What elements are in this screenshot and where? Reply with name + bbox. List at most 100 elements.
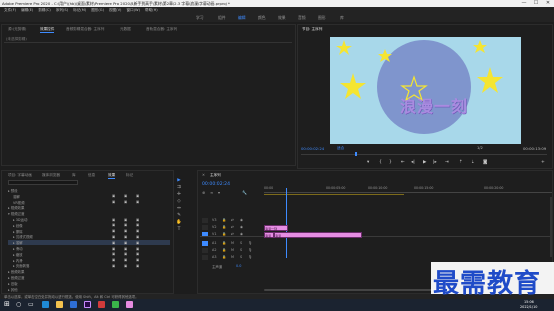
title-clip[interactable]: 浪漫一刻 xyxy=(264,225,288,231)
linked-selection-icon[interactable]: ∞ xyxy=(210,190,213,195)
effects-list-item[interactable]: ▸ 旧版 xyxy=(8,281,170,286)
mic-icon[interactable]: 🎙 xyxy=(248,255,252,259)
effects-list-item[interactable]: ▸ 缩放 ▣ ▣ ▣ xyxy=(8,252,170,257)
menu-item[interactable]: 图形(G) xyxy=(91,8,104,13)
effects-panel-tab[interactable]: 效果 xyxy=(108,173,116,179)
master-value[interactable]: 0.0 xyxy=(236,264,241,268)
menu-item[interactable]: 编辑(E) xyxy=(21,8,33,13)
clock-time[interactable]: 15:06 xyxy=(524,300,534,304)
workspace-tab[interactable]: 学习 xyxy=(196,15,204,21)
track-label[interactable]: V2 xyxy=(212,225,216,229)
app-icon[interactable] xyxy=(112,301,119,308)
premiere-pro-icon[interactable] xyxy=(84,301,91,308)
add-marker-icon[interactable]: ▾ xyxy=(367,160,369,165)
step-forward-icon[interactable]: |▸ xyxy=(433,160,437,165)
selection-tool-icon[interactable]: ▶ xyxy=(176,178,182,184)
source-panel-tab[interactable]: 效果控件 xyxy=(40,27,55,33)
workspace-tab[interactable]: 音频 xyxy=(298,15,306,21)
effects-list-item[interactable]: ▸ 预设 xyxy=(8,188,170,193)
lock-icon[interactable]: 🔒 xyxy=(222,241,226,245)
maximize-button[interactable]: ☐ xyxy=(530,0,542,7)
sync-icon[interactable]: ⇄ xyxy=(231,218,234,222)
workspace-tab[interactable]: 图形 xyxy=(318,15,326,21)
effects-panel-tab[interactable]: 媒体浏览器 xyxy=(42,173,60,178)
export-frame-icon[interactable]: ◙ xyxy=(483,160,487,165)
effects-list-item[interactable]: 溶解 ▣ ▣ ▣ xyxy=(8,194,170,199)
minimize-button[interactable]: — xyxy=(518,0,530,7)
effects-list-item[interactable]: ▸ 滑动 ▣ ▣ ▣ xyxy=(8,246,170,252)
mark-in-icon[interactable]: { xyxy=(379,160,382,165)
workspace-tab[interactable]: 颜色 xyxy=(258,15,266,21)
close-icon[interactable]: ✕ xyxy=(202,173,205,177)
close-button[interactable]: ✕ xyxy=(542,0,554,7)
workspace-tab[interactable]: 效果 xyxy=(278,15,286,21)
source-panel-tab[interactable]: 音频剪辑混合器: 主序列 xyxy=(66,27,104,32)
slip-tool-icon[interactable]: ↔ xyxy=(176,206,182,212)
track-label[interactable]: A1 xyxy=(212,241,216,245)
mic-icon[interactable]: 🎙 xyxy=(248,241,252,245)
add-marker-timeline-icon[interactable]: ▾ xyxy=(218,190,220,195)
app-icon[interactable] xyxy=(126,301,133,308)
workspace-tab[interactable]: 组件 xyxy=(218,15,226,21)
menu-item[interactable]: 视图(V) xyxy=(109,8,121,13)
snap-icon[interactable]: ⊕ xyxy=(202,190,205,195)
mute-icon[interactable]: M xyxy=(231,241,234,245)
pen-tool-icon[interactable]: ✎ xyxy=(176,213,182,219)
menu-item[interactable]: 帮助(H) xyxy=(145,8,158,13)
lock-icon[interactable]: 🔒 xyxy=(222,255,226,259)
track-target-toggle[interactable] xyxy=(202,255,208,260)
effects-list-item[interactable]: ▸ 音频效果 xyxy=(8,269,170,274)
task-view-icon[interactable]: ▭ xyxy=(28,301,35,308)
track-target-toggle[interactable] xyxy=(202,218,208,223)
solo-icon[interactable]: S xyxy=(240,255,242,259)
mute-icon[interactable]: M xyxy=(231,255,234,259)
effects-panel-tab[interactable]: 信息 xyxy=(88,173,95,178)
effects-panel-tab[interactable]: 库 xyxy=(72,173,76,178)
effects-list-item[interactable]: ▸ 划像 ▣ ▣ ▣ xyxy=(8,223,170,228)
mark-out-icon[interactable]: } xyxy=(389,160,392,165)
program-timecode[interactable]: 00:00:02:24 xyxy=(301,146,324,151)
track-select-icon[interactable]: ⇉ xyxy=(176,185,182,191)
sync-icon[interactable]: ⇄ xyxy=(231,225,234,229)
effects-list-item[interactable]: ▸ 溶解 ▣ ▣ ▣ xyxy=(8,240,170,246)
workspace-tab[interactable]: 库 xyxy=(340,15,344,21)
track-label[interactable]: A3 xyxy=(212,255,216,259)
menu-item[interactable]: 文件(F) xyxy=(4,8,16,13)
fit-dropdown[interactable]: 适合 xyxy=(337,146,344,151)
video-clip[interactable]: 浪漫 xyxy=(274,232,362,238)
step-back-icon[interactable]: ◂| xyxy=(411,160,415,165)
go-to-out-icon[interactable]: ⇥ xyxy=(445,160,449,165)
mute-icon[interactable]: M xyxy=(231,248,234,252)
playhead-marker[interactable] xyxy=(355,152,357,156)
timeline-tab[interactable]: 主序列 xyxy=(210,173,221,178)
track-target-toggle[interactable] xyxy=(202,225,208,230)
edge-browser-icon[interactable] xyxy=(42,301,49,308)
eye-icon[interactable]: ◉ xyxy=(240,218,243,222)
effects-search-input[interactable] xyxy=(8,180,78,185)
horizontal-scrollbar[interactable] xyxy=(264,289,444,291)
menu-item[interactable]: 序列(S) xyxy=(56,8,68,13)
razor-tool-icon[interactable]: ◇ xyxy=(176,199,182,205)
timeline-timecode[interactable]: 00:00:02:24 xyxy=(202,182,230,187)
effects-list-item[interactable]: ▸ 音频过渡 xyxy=(8,275,170,280)
video-clip[interactable]: 浪漫 xyxy=(264,232,274,238)
windows-start-icon[interactable]: ⊞ xyxy=(4,301,11,308)
file-explorer-icon[interactable] xyxy=(56,301,63,308)
eye-icon[interactable]: ◉ xyxy=(240,225,243,229)
effects-panel-tab[interactable]: 标记 xyxy=(126,173,133,178)
effects-list-item[interactable]: ▸ 页面剥落 ▣ ▣ ▣ xyxy=(8,263,170,269)
effects-list-item[interactable]: VR视频 ▣ ▣ ▣ xyxy=(8,200,170,205)
go-to-in-icon[interactable]: ⇤ xyxy=(401,160,405,165)
ripple-edit-icon[interactable]: ✛ xyxy=(176,192,182,198)
effects-list-item[interactable]: ▸ 视频效果 xyxy=(8,205,170,210)
lock-icon[interactable]: 🔒 xyxy=(222,225,226,229)
track-label[interactable]: V3 xyxy=(212,218,216,222)
quality-dropdown[interactable]: 1/2 xyxy=(477,146,483,150)
effects-list-item[interactable]: ▸ 沉浸式视频 ▣ ▣ ▣ xyxy=(8,234,170,240)
search-icon[interactable]: ○ xyxy=(16,301,23,308)
timeline-playhead[interactable] xyxy=(286,188,287,258)
effects-panel-tab[interactable]: 项目: 字幕动画 xyxy=(8,173,32,178)
mic-icon[interactable]: 🎙 xyxy=(248,248,252,252)
track-target-toggle[interactable] xyxy=(202,241,208,246)
menu-item[interactable]: 窗口(W) xyxy=(126,8,140,13)
